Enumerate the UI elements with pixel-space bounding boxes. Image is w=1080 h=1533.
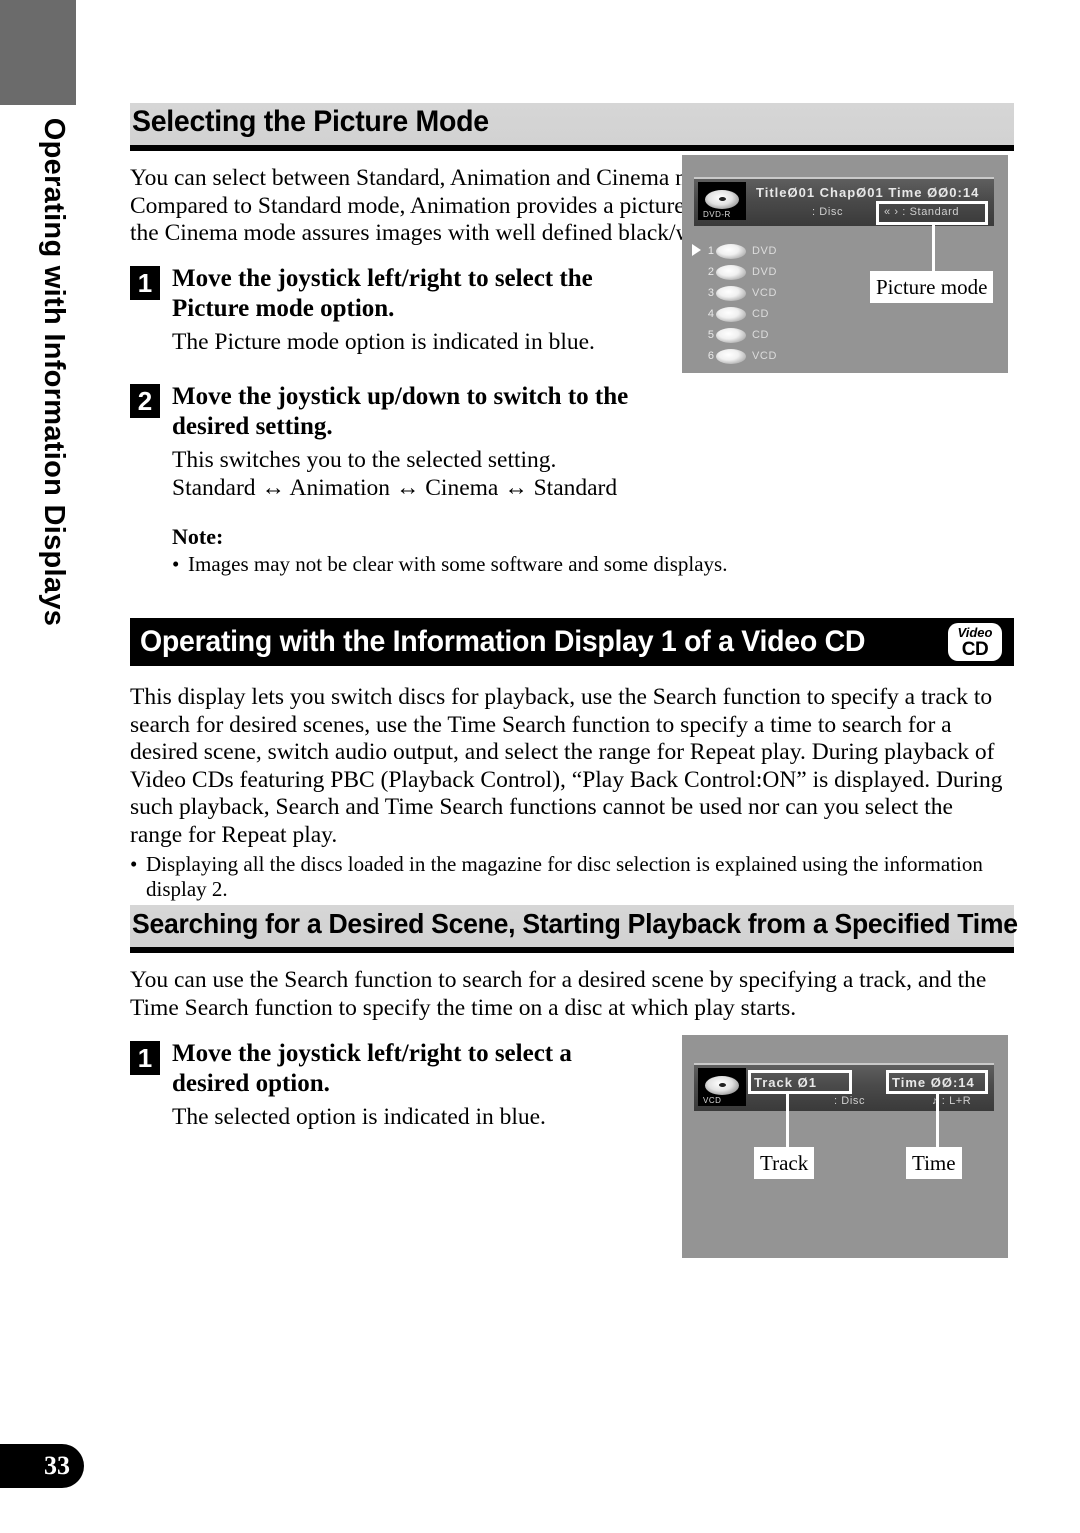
osd-disc-option: : Disc [812,206,844,218]
section2-bullet-row: • Displaying all the discs loaded in the… [130,852,1014,902]
play-cursor-icon [692,244,701,256]
disc-thumbnail-icon: VCD [698,1068,746,1106]
disc-type-label: VCD [752,287,778,299]
section2-bullet-text: Displaying all the discs loaded in the m… [146,852,983,901]
note-heading: Note: [172,524,224,549]
section3-intro: You can use the Search function to searc… [130,967,987,1021]
section2-heading: Operating with the Information Display 1… [140,625,866,658]
step-title: Move the joystick left/right to select t… [172,265,593,322]
page-number-tab: 33 [0,1444,84,1488]
disc-number: 2 [707,266,714,278]
callout-time: Time [906,1147,962,1179]
side-tab-label: Operating with Information Displays [38,117,70,627]
video-cd-logo-top: Video [957,625,993,640]
disc-icon [716,327,746,343]
bullet-dot-icon: • [130,852,138,876]
picture-mode-highlight-box [876,201,988,225]
section3-step-1: 1 Move the joystick left/right to select… [130,1039,640,1131]
disc-thumbnail-icon: DVD-R [698,182,746,220]
section2-heading-bar: Operating with the Information Display 1… [130,618,1014,666]
step-title: Move the joystick up/down to switch to t… [172,383,629,440]
section3-heading: Searching for a Desired Scene, Starting … [132,908,1018,939]
disc-number: 6 [707,350,714,362]
note-bullet-text: Images may not be clear with some softwa… [188,552,728,576]
disc-list: 1 DVD 2 DVD 3 VCD 4 CD 5 CD 6 VCD [692,241,777,367]
disc-type-label: CD [752,308,770,320]
disc-icon [716,348,746,364]
section1-step-2: 2 Move the joystick up/down to switch to… [130,382,675,502]
osd-info-bar: VCD Track Ø1 Time ØØ:14 : Disc ♪ : L+R [694,1063,994,1111]
disc-list-item: 6 VCD [692,346,777,366]
disc-list-item: 2 DVD [692,262,777,282]
time-highlight-box [886,1070,988,1094]
disc-format-badge: VCD [703,1096,722,1105]
edge-tab-block [0,0,76,105]
video-cd-logo-bottom: CD [961,639,989,660]
disc-type-label: DVD [752,245,778,257]
disc-list-item: 4 CD [692,304,777,324]
step-description: The selected option is indicated in blue… [172,1104,546,1130]
osd-disc-option: : Disc [834,1095,866,1107]
disc-type-label: CD [752,329,770,341]
disc-list-item: 3 VCD [692,283,777,303]
disc-list-item: 1 DVD [692,241,777,261]
callout-track: Track [754,1147,815,1179]
section1-step-1: 1 Move the joystick left/right to select… [130,264,655,356]
step-number-badge: 1 [130,1041,160,1075]
osd-title-chapter-time: TitleØ01 ChapØ01 Time ØØ0:14 [756,185,980,200]
step-number-badge: 2 [130,384,160,418]
osd-screenshot-dvd: DVD-R TitleØ01 ChapØ01 Time ØØ0:14 : Dis… [682,155,1008,373]
page-number: 33 [44,1451,70,1480]
osd-info-bar: DVD-R TitleØ01 ChapØ01 Time ØØ0:14 : Dis… [694,177,994,226]
disc-icon [716,264,746,280]
disc-icon [716,306,746,322]
mode-cycle-sequence: Standard ↔ Animation ↔ Cinema ↔ Standard [172,475,618,501]
disc-number: 5 [707,329,714,341]
callout-picture-mode: Picture mode [870,271,994,303]
callout-leader-line-time [936,1092,939,1150]
step-title: Move the joystick left/right to select a… [172,1040,572,1097]
osd-screenshot-vcd: VCD Track Ø1 Time ØØ:14 : Disc ♪ : L+R T… [682,1035,1008,1258]
video-cd-logo-icon: Video CD [948,623,1002,661]
section2-body: This display lets you switch discs for p… [130,684,1003,848]
section3-heading-bar: Searching for a Desired Scene, Starting … [130,905,1018,953]
callout-leader-line-track [786,1092,789,1150]
step-description: The Picture mode option is indicated in … [172,329,595,355]
disc-icon [716,243,746,259]
disc-type-label: DVD [752,266,778,278]
disc-list-item: 5 CD [692,325,777,345]
track-highlight-box [748,1070,852,1094]
disc-number: 3 [707,287,714,299]
section1-heading: Selecting the Picture Mode [132,105,489,138]
disc-format-badge: DVD-R [703,210,731,219]
disc-number: 4 [707,308,714,320]
bullet-dot-icon: • [172,552,180,576]
section1-heading-bar: Selecting the Picture Mode [130,103,1014,151]
disc-icon [716,285,746,301]
step-description: This switches you to the selected settin… [172,447,557,473]
page-content: Selecting the Picture Mode You can selec… [130,0,1018,1533]
callout-leader-line [932,224,935,274]
section1-note: Note: • Images may not be clear with som… [172,524,772,577]
disc-type-label: VCD [752,350,778,362]
note-bullet-row: • Images may not be clear with some soft… [172,552,772,577]
step-number-badge: 1 [130,266,160,300]
